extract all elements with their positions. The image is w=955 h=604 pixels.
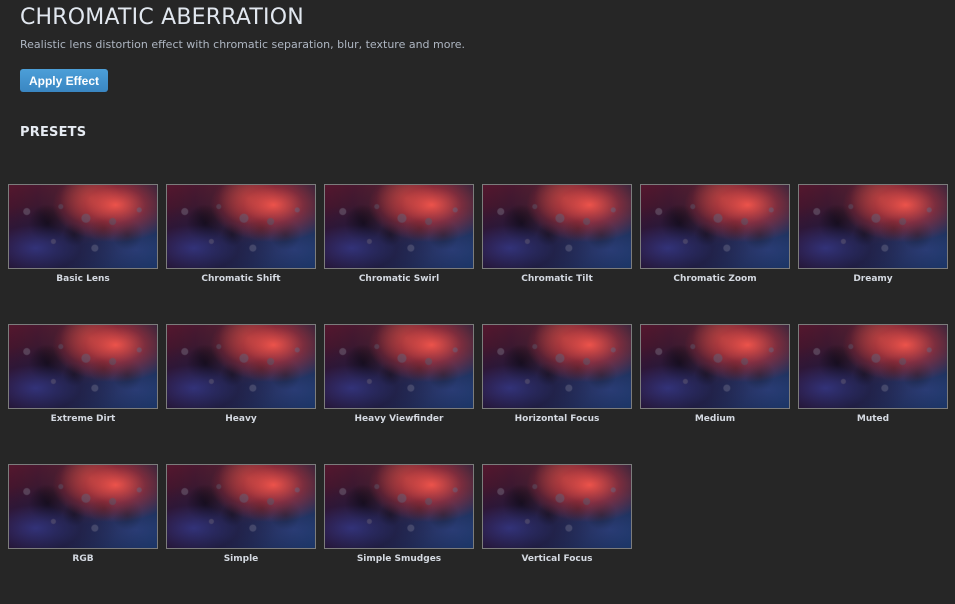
preset-label: Chromatic Tilt	[521, 274, 593, 284]
preset-thumbnail[interactable]	[324, 324, 474, 409]
preset-muted[interactable]: Muted	[798, 324, 948, 464]
preset-label: Basic Lens	[56, 274, 110, 284]
preset-heavy-viewfinder[interactable]: Heavy Viewfinder	[324, 324, 474, 464]
preset-thumbnail[interactable]	[166, 184, 316, 269]
preset-thumbnail[interactable]	[482, 464, 632, 549]
header: CHROMATIC ABERRATION Realistic lens dist…	[20, 5, 920, 52]
preset-label: RGB	[72, 554, 94, 564]
preset-chromatic-tilt[interactable]: Chromatic Tilt	[482, 184, 632, 324]
presets-grid: Basic Lens Chromatic Shift Chromatic Swi…	[8, 184, 948, 604]
preset-thumbnail[interactable]	[640, 324, 790, 409]
presets-title: PRESETS	[20, 125, 87, 140]
preset-thumbnail[interactable]	[482, 324, 632, 409]
preset-vertical-focus[interactable]: Vertical Focus	[482, 464, 632, 604]
preset-label: Horizontal Focus	[514, 414, 600, 424]
preset-thumbnail[interactable]	[166, 324, 316, 409]
preset-horizontal-focus[interactable]: Horizontal Focus	[482, 324, 632, 464]
preset-thumbnail[interactable]	[8, 324, 158, 409]
preset-label: Simple	[223, 554, 259, 564]
preset-label: Chromatic Zoom	[673, 274, 757, 284]
preset-label: Extreme Dirt	[50, 414, 116, 424]
preset-thumbnail[interactable]	[798, 324, 948, 409]
preset-label: Heavy	[225, 414, 257, 424]
preset-thumbnail[interactable]	[324, 184, 474, 269]
preset-label: Heavy Viewfinder	[354, 414, 444, 424]
preset-label: Simple Smudges	[356, 554, 442, 564]
preset-chromatic-zoom[interactable]: Chromatic Zoom	[640, 184, 790, 324]
presets-row: Extreme Dirt Heavy Heavy Viewfinder Hori…	[8, 324, 948, 464]
preset-thumbnail[interactable]	[166, 464, 316, 549]
preset-label: Medium	[694, 414, 736, 424]
preset-basic-lens[interactable]: Basic Lens	[8, 184, 158, 324]
preset-chromatic-swirl[interactable]: Chromatic Swirl	[324, 184, 474, 324]
preset-label: Chromatic Shift	[201, 274, 281, 284]
page-subtitle: Realistic lens distortion effect with ch…	[20, 38, 466, 51]
preset-chromatic-shift[interactable]: Chromatic Shift	[166, 184, 316, 324]
preset-medium[interactable]: Medium	[640, 324, 790, 464]
preset-label: Muted	[856, 414, 890, 424]
preset-thumbnail[interactable]	[482, 184, 632, 269]
preset-rgb[interactable]: RGB	[8, 464, 158, 604]
preset-heavy[interactable]: Heavy	[166, 324, 316, 464]
preset-thumbnail[interactable]	[8, 464, 158, 549]
preset-simple-smudges[interactable]: Simple Smudges	[324, 464, 474, 604]
presets-row: Basic Lens Chromatic Shift Chromatic Swi…	[8, 184, 948, 324]
preset-label: Dreamy	[853, 274, 893, 284]
preset-thumbnail[interactable]	[324, 464, 474, 549]
preset-thumbnail[interactable]	[640, 184, 790, 269]
apply-effect-button[interactable]: Apply Effect	[20, 69, 108, 92]
preset-label: Vertical Focus	[521, 554, 593, 564]
preset-dreamy[interactable]: Dreamy	[798, 184, 948, 324]
presets-row: RGB Simple Simple Smudges Vertical Focus	[8, 464, 948, 604]
preset-label: Chromatic Swirl	[358, 274, 440, 284]
preset-thumbnail[interactable]	[798, 184, 948, 269]
page-title: CHROMATIC ABERRATION	[20, 5, 304, 30]
preset-simple[interactable]: Simple	[166, 464, 316, 604]
preset-thumbnail[interactable]	[8, 184, 158, 269]
preset-extreme-dirt[interactable]: Extreme Dirt	[8, 324, 158, 464]
